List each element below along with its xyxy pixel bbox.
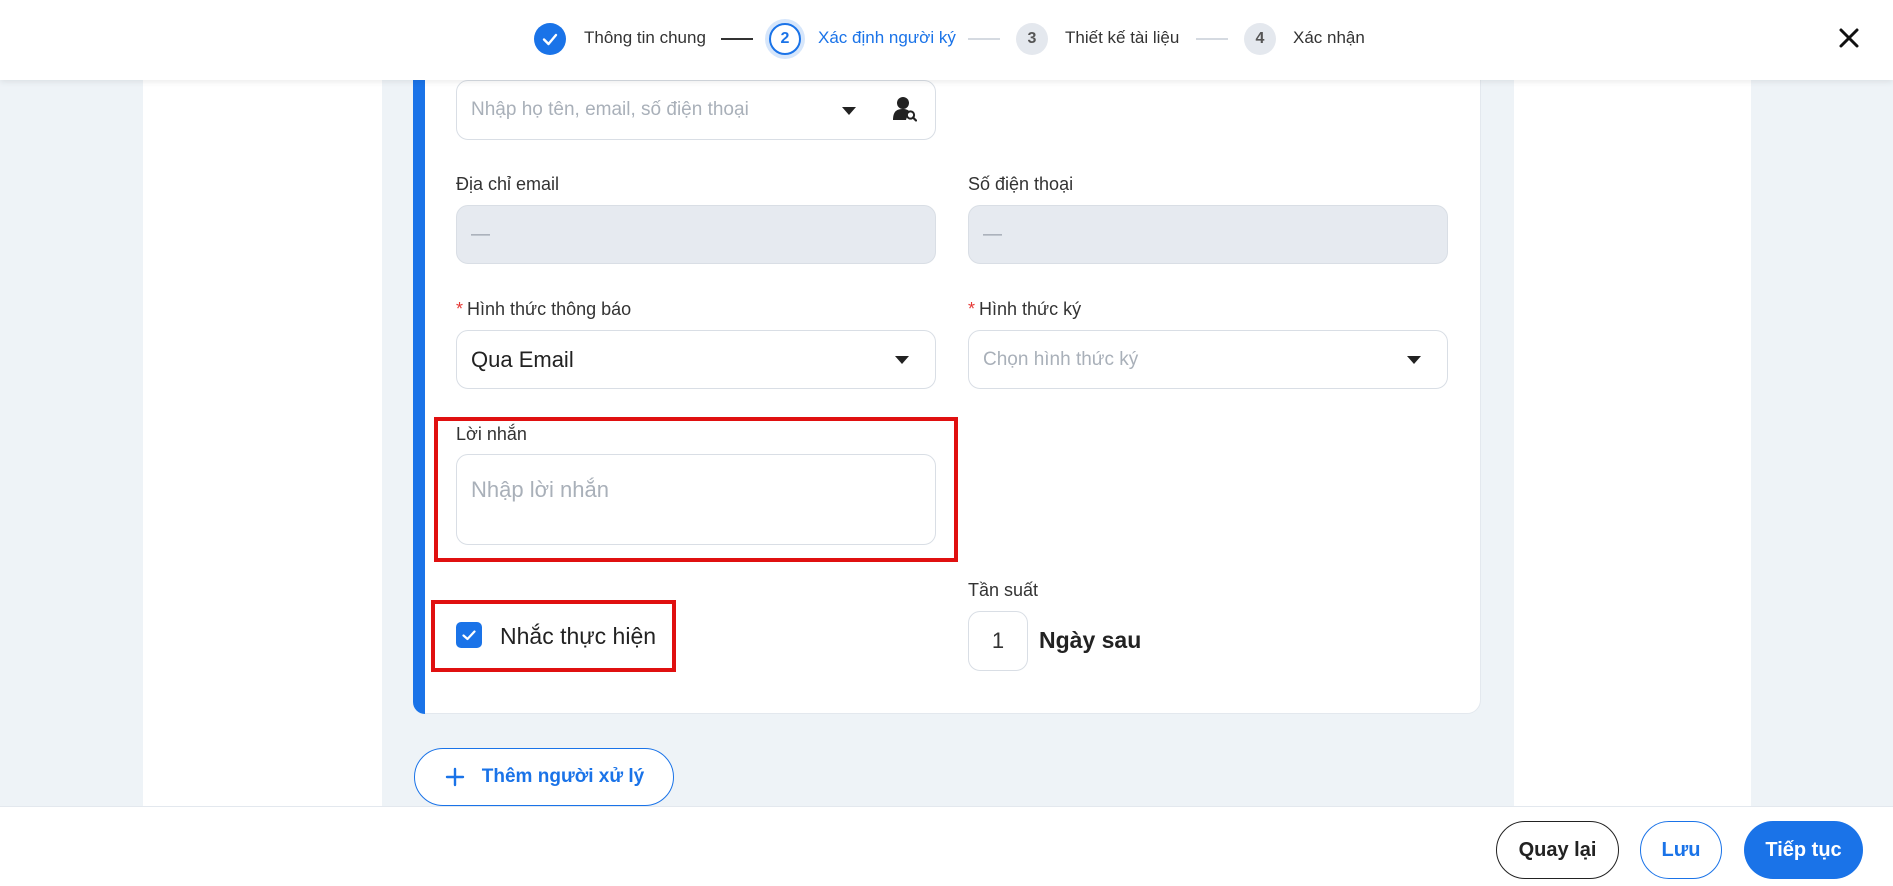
email-label: Địa chỉ email xyxy=(456,174,560,194)
step-2-label[interactable]: Xác định người ký xyxy=(818,28,956,48)
notify-method-label: * Hình thức thông báo xyxy=(456,299,631,320)
step-1-label[interactable]: Thông tin chung xyxy=(584,28,706,48)
required-mark: * xyxy=(968,299,976,319)
frequency-label: Tần suất xyxy=(968,580,1039,600)
chevron-down-icon[interactable] xyxy=(842,107,856,115)
page-background-left xyxy=(0,0,143,886)
step-connector xyxy=(721,38,753,40)
save-button[interactable]: Lưu xyxy=(1640,821,1722,879)
frequency-value: 1 xyxy=(991,628,1005,653)
continue-button[interactable]: Tiếp tục xyxy=(1744,821,1863,879)
sign-method-placeholder: Chọn hình thức ký xyxy=(983,348,1139,370)
message-textarea[interactable]: Nhập lời nhắn xyxy=(456,454,936,545)
add-handler-button[interactable]: Thêm người xử lý xyxy=(414,748,674,806)
frequency-input[interactable]: 1 xyxy=(968,611,1028,671)
sign-method-label-text: Hình thức ký xyxy=(979,299,1082,319)
step-3-number[interactable]: 3 xyxy=(1016,23,1048,55)
step-4-label[interactable]: Xác nhận xyxy=(1293,28,1365,48)
notify-method-value: Qua Email xyxy=(471,346,574,372)
footer-bar: Quay lại Lưu Tiếp tục xyxy=(0,806,1893,886)
email-field: — xyxy=(456,205,936,264)
page-background-right xyxy=(1751,0,1893,886)
message-label: Lời nhắn xyxy=(456,424,527,444)
step-2-number[interactable]: 2 xyxy=(769,23,801,55)
reminder-checkbox[interactable] xyxy=(456,622,482,648)
user-search-icon[interactable] xyxy=(893,96,918,122)
recipient-search-input[interactable]: Nhập họ tên, email, số điện thoại xyxy=(456,80,936,140)
chevron-down-icon[interactable] xyxy=(1407,356,1421,364)
phone-field: — xyxy=(968,205,1448,264)
step-connector xyxy=(1196,38,1228,40)
required-mark: * xyxy=(456,299,464,319)
message-placeholder: Nhập lời nhắn xyxy=(471,477,609,502)
signer-card-accent xyxy=(413,40,425,714)
close-icon[interactable] xyxy=(1833,22,1865,54)
phone-value: — xyxy=(983,223,1002,245)
frequency-unit: Ngày sau xyxy=(1039,627,1142,653)
phone-label: Số điện thoại xyxy=(968,174,1074,194)
email-value: — xyxy=(471,223,490,245)
step-4-number[interactable]: 4 xyxy=(1244,23,1276,55)
plus-icon xyxy=(445,767,464,787)
step-connector xyxy=(968,38,1000,40)
chevron-down-icon[interactable] xyxy=(895,356,909,364)
recipient-search-placeholder: Nhập họ tên, email, số điện thoại xyxy=(471,99,749,120)
notify-method-label-text: Hình thức thông báo xyxy=(467,299,632,319)
notify-method-select[interactable]: Qua Email xyxy=(456,330,936,389)
sign-method-select[interactable]: Chọn hình thức ký xyxy=(968,330,1448,389)
stepper-header: Thông tin chung 2 Xác định người ký 3 Th… xyxy=(0,0,1893,80)
step-3-label[interactable]: Thiết kế tài liệu xyxy=(1065,28,1179,48)
sign-method-label: * Hình thức ký xyxy=(968,299,1081,320)
add-handler-label: Thêm người xử lý xyxy=(481,766,645,787)
back-button[interactable]: Quay lại xyxy=(1496,821,1619,879)
reminder-label[interactable]: Nhắc thực hiện xyxy=(500,623,656,650)
step-1-check-icon[interactable] xyxy=(534,23,566,55)
